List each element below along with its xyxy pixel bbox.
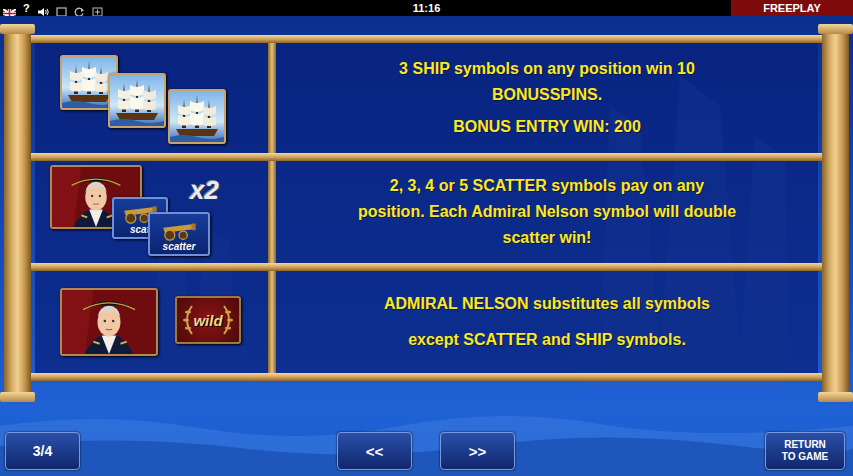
frame-divider: [268, 161, 276, 263]
navigation-bar: 3/4 << >> RETURNTO GAME: [0, 432, 853, 470]
cannon-icon: [158, 221, 200, 241]
frame-divider: [268, 43, 276, 153]
page-indicator[interactable]: 3/4: [5, 432, 80, 470]
rule-line: BONUSSPINS.: [492, 82, 602, 108]
rule-text: 2, 3, 4 or 5 SCATTER symbols pay on anyp…: [276, 161, 818, 263]
clock: 11:16: [413, 2, 441, 14]
symbol-cell: scatscatterx2: [35, 161, 268, 263]
symbol-cell: [35, 43, 268, 153]
rule-line: 2, 3, 4 or 5 SCATTER symbols pay on any: [390, 173, 704, 199]
next-button[interactable]: >>: [440, 432, 515, 470]
scatter-label: scatter: [161, 241, 198, 254]
wild-label: wild: [193, 312, 222, 329]
frame-bar: [31, 373, 822, 381]
mode-area: FREEPLAY: [440, 0, 853, 16]
paytable-screen: 3 SHIP symbols on any position win 10BON…: [0, 16, 853, 476]
scatter-icon: scatter: [148, 212, 210, 256]
multiplier: x2: [190, 175, 219, 206]
rule-line: except SCATTER and SHIP symbols.: [408, 327, 686, 353]
status-icons: ?: [0, 2, 413, 14]
paytable-row: scatscatterx22, 3, 4 or 5 SCATTER symbol…: [35, 161, 818, 263]
frame-post: [822, 28, 849, 398]
window-icon[interactable]: [56, 3, 67, 13]
frame-divider: [268, 271, 276, 373]
rule-text: 3 SHIP symbols on any position win 10BON…: [276, 43, 818, 153]
rule-line: ADMIRAL NELSON substitutes all symbols: [384, 291, 710, 317]
symbol-cell: wild: [35, 271, 268, 373]
paytable-frame: 3 SHIP symbols on any position win 10BON…: [0, 28, 853, 398]
settings-icon[interactable]: [92, 3, 103, 13]
paytable-rows: 3 SHIP symbols on any position win 10BON…: [35, 28, 818, 398]
frame-bar: [31, 35, 822, 43]
frame-bar: [31, 153, 822, 161]
mode-badge: FREEPLAY: [731, 0, 853, 16]
status-bar: ? 11:16 FREEPLAY: [0, 0, 853, 16]
help-button[interactable]: ?: [23, 2, 30, 14]
rule-line: position. Each Admiral Nelson symbol wil…: [358, 199, 736, 225]
frame-bar: [31, 263, 822, 271]
ship-icon: [108, 73, 166, 128]
wild-icon: wild: [175, 296, 241, 344]
return-to-game-button[interactable]: RETURNTO GAME: [765, 432, 845, 470]
paytable-row: 3 SHIP symbols on any position win 10BON…: [35, 43, 818, 153]
flag-icon[interactable]: [3, 4, 16, 13]
paytable-row: wild ADMIRAL NELSON substitutes all symbo…: [35, 271, 818, 373]
rule-text: ADMIRAL NELSON substitutes all symbols ex…: [276, 271, 818, 373]
previous-button[interactable]: <<: [337, 432, 412, 470]
rule-line: 3 SHIP symbols on any position win 10: [399, 56, 695, 82]
speaker-icon[interactable]: [37, 3, 49, 13]
refresh-icon[interactable]: [74, 3, 85, 13]
button-label: TO GAME: [782, 451, 828, 463]
frame-post: [4, 28, 31, 398]
button-label: RETURN: [784, 439, 826, 451]
ship-icon: [168, 89, 226, 144]
rule-line: scatter win!: [503, 225, 592, 251]
rule-line: BONUS ENTRY WIN: 200: [453, 114, 641, 140]
nelson-icon: [60, 288, 158, 356]
